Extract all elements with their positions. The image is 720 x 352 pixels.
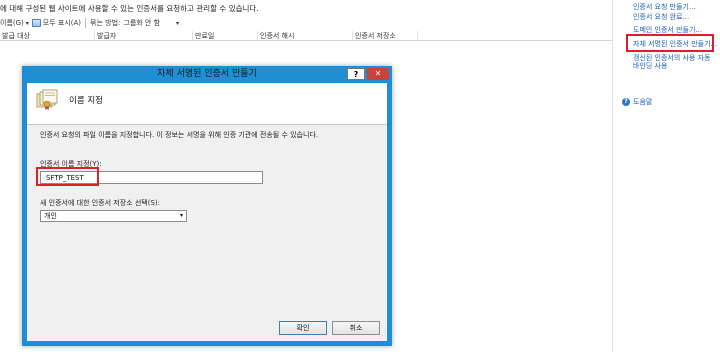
annotation-highlight-name xyxy=(36,167,99,186)
certificate-icon xyxy=(36,89,58,110)
self-signed-cert-dialog: 자체 서명된 인증서 만들기 ? ✕ 이름 지정 인증서 요청의 파일 이름을 … xyxy=(22,66,392,346)
group-by-select[interactable]: 그룹화 안 함 xyxy=(123,18,160,28)
toolbar-divider xyxy=(85,18,87,28)
dialog-help-button[interactable]: ? xyxy=(347,68,365,80)
filter-dropdown-icon[interactable]: ▾ xyxy=(26,20,29,27)
show-all-button[interactable]: 모두 표시(A) xyxy=(43,18,81,28)
show-all-icon[interactable] xyxy=(31,19,41,27)
column-header-store[interactable]: 인증서 저장소 xyxy=(353,31,418,41)
help-icon[interactable]: ? xyxy=(622,98,630,106)
dialog-title: 자체 서명된 인증서 만들기 xyxy=(157,69,257,79)
chevron-down-icon: ▾ xyxy=(179,212,183,219)
group-by-chevron-icon[interactable]: ▾ xyxy=(176,20,179,27)
column-header-issued-by[interactable]: 발급자 xyxy=(95,31,193,41)
ok-button[interactable]: 확인 xyxy=(279,321,327,335)
dialog-client-area: 이름 지정 인증서 요청의 파일 이름을 지정합니다. 이 정보는 서명을 위해… xyxy=(27,83,387,341)
action-auto-rebind[interactable]: 갱신된 인증서의 사용 자동 바인딩 사용 xyxy=(633,54,719,70)
action-complete-cert-request[interactable]: 인증서 요청 완료... xyxy=(633,13,689,21)
group-by-label: 묶는 방법: xyxy=(90,19,121,27)
cancel-button[interactable]: 취소 xyxy=(332,321,380,335)
column-header-hash[interactable]: 인증서 해시 xyxy=(258,31,353,41)
dialog-header: 이름 지정 xyxy=(27,83,387,125)
page-description: 에 대해 구성된 웹 사이트에 사용할 수 있는 인증서를 요청하고 관리할 수… xyxy=(0,4,259,13)
cert-store-label: 새 인증서에 대한 인증서 저장소 선택(S): xyxy=(40,199,160,207)
column-header-issued-to[interactable]: 발급 대상 xyxy=(0,31,95,41)
actions-pane: 인증서 요청 만들기... 인증서 요청 완료... 도메인 인증서 만들기..… xyxy=(612,0,720,352)
action-create-cert-request[interactable]: 인증서 요청 만들기... xyxy=(633,3,696,11)
action-help[interactable]: 도움말 xyxy=(633,98,652,106)
cert-store-select[interactable]: 개인 ▾ xyxy=(40,210,187,222)
dialog-close-button[interactable]: ✕ xyxy=(367,68,389,80)
filter-label: 이름(G) xyxy=(0,19,24,27)
resize-grip-icon[interactable]: ⋰ xyxy=(379,332,385,339)
filter-toolbar: 이름(G) ▾ 모두 표시(A) 묶는 방법: 그룹화 안 함 ▾ xyxy=(0,16,612,30)
action-create-domain-cert[interactable]: 도메인 인증서 만들기... xyxy=(633,26,702,34)
dialog-instructions: 인증서 요청의 파일 이름을 지정합니다. 이 정보는 서명을 위해 인증 기관… xyxy=(40,131,319,139)
dialog-step-title: 이름 지정 xyxy=(69,96,103,106)
annotation-highlight-action xyxy=(626,34,714,52)
certificate-table-header: 발급 대상 발급자 만료일 인증서 해시 인증서 저장소 xyxy=(0,31,612,41)
column-header-expiration[interactable]: 만료일 xyxy=(193,31,258,41)
cert-store-value: 개인 xyxy=(44,212,57,220)
